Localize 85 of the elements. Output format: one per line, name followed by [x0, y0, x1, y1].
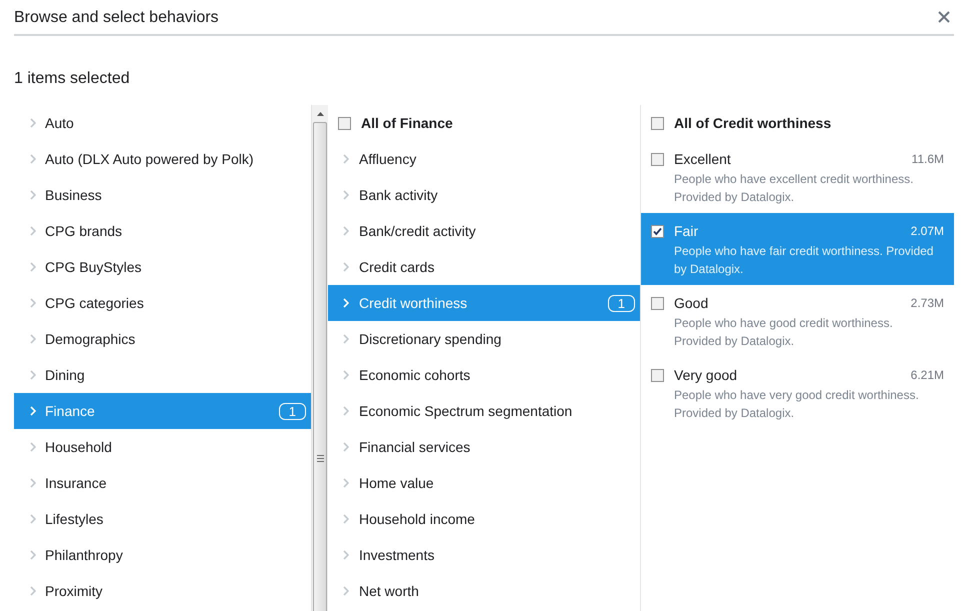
chevron-icon	[343, 478, 349, 488]
category-item[interactable]: CPG brands	[14, 213, 311, 249]
chevron-icon	[30, 262, 36, 272]
option-description: People who have good credit worthiness. Provided by Datalogix.	[674, 315, 894, 350]
option-label: Fair	[674, 222, 698, 241]
up-arrow-icon	[316, 112, 324, 116]
chevron-icon	[30, 550, 36, 560]
category-item[interactable]: CPG categories	[14, 285, 311, 321]
chevron-icon	[343, 442, 349, 452]
chevron-icon	[30, 154, 36, 164]
option-description: People who have very good credit worthiness. Provided by Datalogix.	[674, 387, 920, 422]
chevron-icon	[343, 226, 349, 236]
chevron-icon	[343, 298, 349, 308]
option-row[interactable]: Very good 6.21M People who have very good credit worthiness. Provided by Datalogix.	[641, 357, 954, 429]
checkbox[interactable]	[651, 297, 664, 310]
select-all-label[interactable]: All of Finance	[361, 115, 453, 131]
chevron-icon	[30, 118, 36, 128]
select-all-label[interactable]: All of Credit worthiness	[674, 115, 832, 131]
checkbox[interactable]	[651, 153, 664, 166]
chevron-icon	[30, 586, 36, 596]
checkbox[interactable]	[651, 225, 664, 238]
subcategory-item[interactable]: Economic cohorts	[328, 357, 640, 393]
chevron-icon	[343, 154, 349, 164]
scrollbar-thumb[interactable]	[313, 122, 327, 611]
category-item[interactable]: Household	[14, 429, 311, 465]
category-item[interactable]: Lifestyles	[14, 501, 311, 537]
subcategory-item[interactable]: Bank activity	[328, 177, 640, 213]
chevron-icon	[30, 334, 36, 344]
chevron-icon	[30, 406, 36, 416]
chevron-icon	[30, 514, 36, 524]
checkbox[interactable]	[338, 116, 351, 130]
option-description: People who have fair credit worthiness. Provided by Datalogix.	[674, 243, 934, 278]
category-item[interactable]: Auto (DLX Auto powered by Polk)	[14, 141, 311, 177]
grip-icon	[316, 455, 324, 462]
selection-count: 1 items selected	[14, 69, 131, 89]
chevron-icon	[30, 190, 36, 200]
category-item[interactable]: Demographics	[14, 321, 311, 357]
category-item[interactable]: Dining	[14, 357, 311, 393]
subcategory-item[interactable]: Household income	[328, 501, 640, 537]
count-badge: 1	[608, 294, 635, 312]
chevron-icon	[343, 370, 349, 380]
count-badge: 1	[278, 402, 306, 420]
subcategory-item[interactable]: Credit cards	[328, 249, 640, 285]
category-item[interactable]: Philanthropy	[14, 537, 311, 573]
chevron-icon	[343, 406, 349, 416]
chevron-icon	[343, 190, 349, 200]
chevron-icon	[343, 550, 349, 560]
option-row[interactable]: Good 2.73M People who have good credit worthiness. Provided by Datalogix.	[641, 285, 954, 357]
checkbox[interactable]	[651, 116, 664, 130]
chevron-icon	[30, 298, 36, 308]
category-item[interactable]: Auto	[14, 105, 311, 141]
audience-size: 6.21M	[910, 368, 944, 382]
chevron-icon	[30, 226, 36, 236]
option-label: Very good	[674, 366, 738, 385]
category-item[interactable]: Insurance	[14, 465, 311, 501]
category-item[interactable]: CPG BuyStyles	[14, 249, 311, 285]
subcategory-item[interactable]: Economic Spectrum segmentation	[328, 393, 640, 429]
checkbox[interactable]	[651, 369, 664, 382]
option-label: Good	[674, 294, 708, 313]
close-icon	[938, 11, 950, 23]
option-row[interactable]: Excellent 11.6M People who have excellent credit worthiness. Provided by Datalogix.	[641, 141, 954, 213]
category-item[interactable]: Business	[14, 177, 311, 213]
dialog-title: Browse and select behaviors	[14, 8, 219, 28]
option-label: Excellent	[674, 150, 731, 169]
scrollbar[interactable]	[311, 105, 328, 611]
category-item[interactable]: Proximity	[14, 573, 311, 609]
chevron-icon	[343, 334, 349, 344]
audience-size: 2.73M	[910, 296, 944, 310]
option-description: People who have excellent credit worthiness. Provided by Datalogix.	[674, 171, 914, 206]
subcategory-item[interactable]: Financial services	[328, 429, 640, 465]
subcategory-item[interactable]: Affluency	[328, 141, 640, 177]
subcategory-item[interactable]: Investments	[328, 537, 640, 573]
audience-size: 11.6M	[912, 152, 944, 166]
close-button[interactable]	[938, 11, 950, 23]
subcategory-item[interactable]: Discretionary spending	[328, 321, 640, 357]
subcategory-item[interactable]: Bank/credit activity	[328, 213, 640, 249]
chevron-icon	[343, 586, 349, 596]
chevron-icon	[30, 442, 36, 452]
audience-size: 2.07M	[910, 224, 944, 238]
chevron-icon	[30, 370, 36, 380]
chevron-icon	[343, 514, 349, 524]
chevron-icon	[343, 262, 349, 272]
chevron-icon	[30, 478, 36, 488]
subcategory-item[interactable]: Home value	[328, 465, 640, 501]
subcategory-item[interactable]: Net worth	[328, 573, 640, 609]
